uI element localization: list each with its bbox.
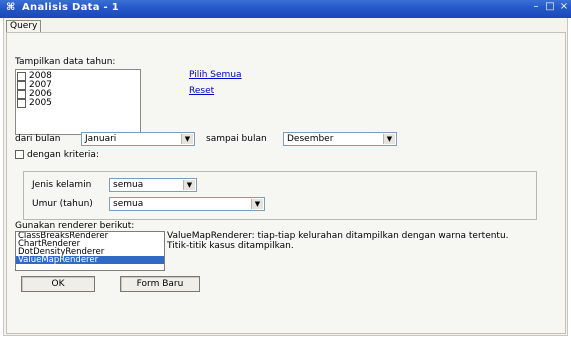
criteria-checkbox-row[interactable]: dengan kriteria: — [15, 150, 99, 160]
from-month-label: dari bulan — [15, 134, 61, 144]
to-month-value: Desember — [287, 134, 334, 144]
title-bar: ⌘ Analisis Data - 1 – □ × — [0, 0, 571, 18]
app-icon[interactable]: ⌘ — [6, 2, 15, 13]
renderer-list[interactable]: ClassBreaksRenderer ChartRenderer DotDen… — [15, 231, 165, 271]
age-label: Umur (tahun) — [32, 199, 93, 209]
window-body: Query Tampilkan data tahun: 2008 2007 20… — [3, 18, 568, 336]
age-value: semua — [113, 199, 144, 209]
chevron-down-icon[interactable]: ▼ — [251, 199, 263, 209]
select-all-link[interactable]: Pilih Semua — [189, 70, 242, 80]
window-title: Analisis Data - 1 — [22, 2, 120, 13]
gender-value: semua — [113, 180, 144, 190]
to-month-select[interactable]: Desember ▼ — [283, 132, 397, 146]
checkbox-icon[interactable] — [17, 81, 26, 90]
criteria-group: Jenis kelamin semua ▼ Umur (tahun) semua… — [23, 171, 537, 220]
chevron-down-icon[interactable]: ▼ — [183, 180, 195, 190]
year-label: 2005 — [29, 98, 52, 108]
from-month-value: Januari — [85, 134, 117, 144]
criteria-checkbox[interactable] — [15, 150, 24, 159]
checkbox-icon[interactable] — [17, 90, 26, 99]
query-panel: Tampilkan data tahun: 2008 2007 2006 200… — [6, 32, 566, 334]
gender-select[interactable]: semua ▼ — [109, 178, 197, 192]
minimize-button[interactable]: – — [530, 1, 542, 15]
gender-label: Jenis kelamin — [32, 180, 92, 190]
close-button[interactable]: × — [558, 1, 570, 15]
chevron-down-icon[interactable]: ▼ — [181, 134, 193, 144]
renderer-description: ValueMapRenderer: tiap-tiap kelurahan di… — [167, 231, 509, 251]
maximize-button[interactable]: □ — [544, 1, 556, 15]
to-month-label: sampai bulan — [206, 134, 267, 144]
criteria-checkbox-label: dengan kriteria: — [27, 150, 99, 160]
tab-query[interactable]: Query — [6, 20, 42, 32]
year-section-label: Tampilkan data tahun: — [15, 57, 116, 67]
checkbox-icon[interactable] — [17, 72, 26, 81]
chevron-down-icon[interactable]: ▼ — [383, 134, 395, 144]
checkbox-icon[interactable] — [17, 99, 26, 108]
year-list[interactable]: 2008 2007 2006 2005 — [15, 69, 141, 135]
list-item-selected[interactable]: ValueMapRenderer — [16, 256, 164, 264]
year-item-2005[interactable]: 2005 — [17, 99, 52, 108]
age-select[interactable]: semua ▼ — [109, 197, 265, 211]
reset-link[interactable]: Reset — [189, 86, 214, 96]
from-month-select[interactable]: Januari ▼ — [81, 132, 195, 146]
renderer-label: Gunakan renderer berikut: — [15, 221, 135, 231]
new-form-button[interactable]: Form Baru — [120, 276, 200, 292]
ok-button[interactable]: OK — [21, 276, 95, 292]
